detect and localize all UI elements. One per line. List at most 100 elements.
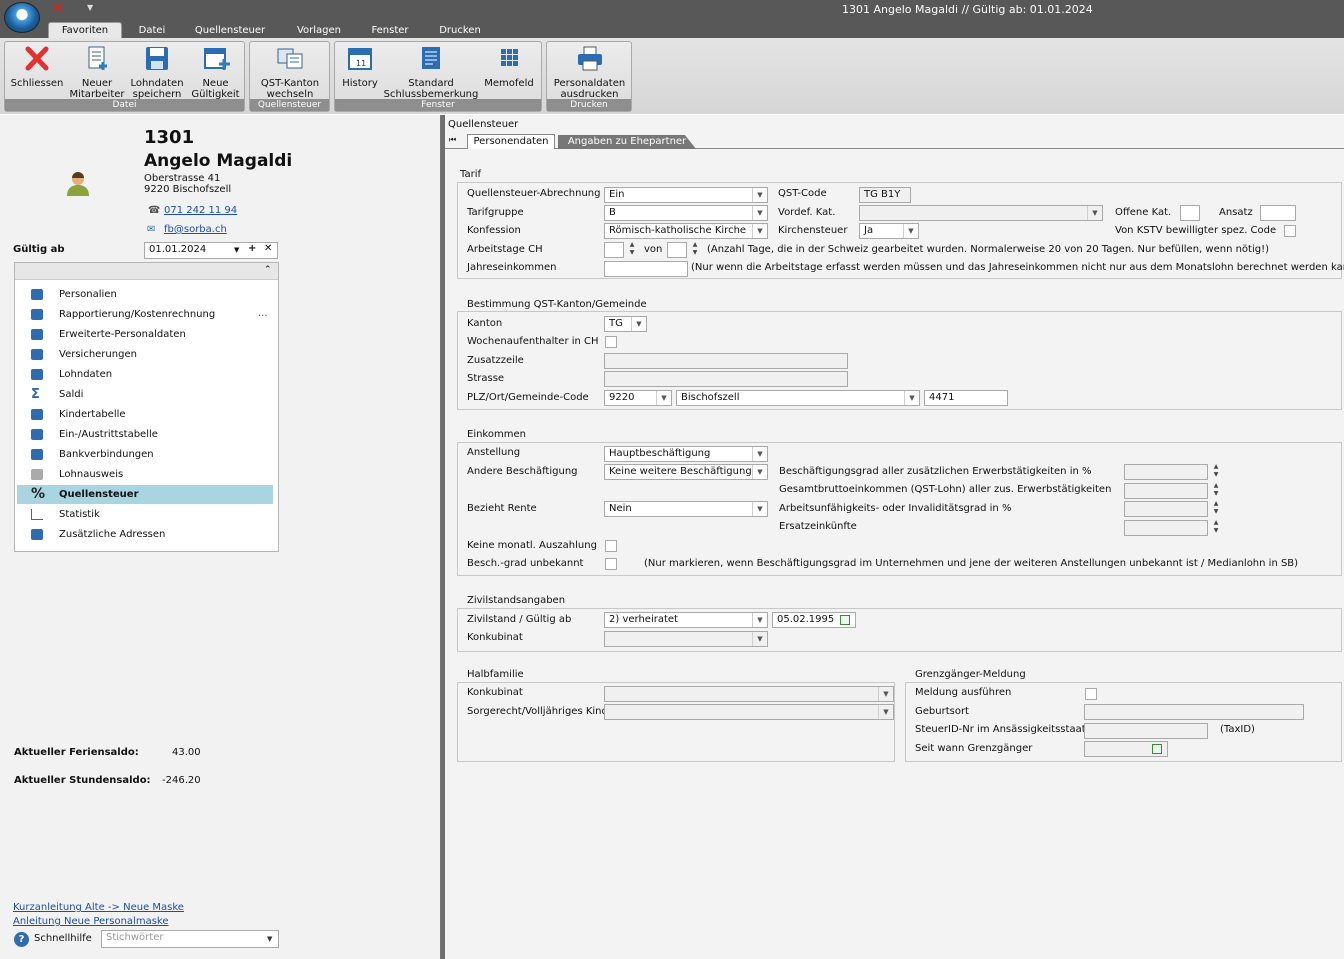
ersatz-spinner[interactable]: ▲ ▼ [1211,519,1221,537]
phone-link[interactable]: 071 242 11 94 [164,205,237,216]
tab-drucken[interactable]: Drucken [430,23,490,38]
besch-unbekannt-checkbox[interactable] [605,558,617,570]
arbeitstage-von-spinner[interactable]: ▲ ▼ [690,241,700,259]
close-button[interactable]: Schliessen [7,44,67,89]
tab-fenster[interactable]: Fenster [362,23,418,38]
strasse-input[interactable] [604,371,848,387]
zusatzzeile-input[interactable] [604,353,848,369]
tab-quellensteuer[interactable]: Quellensteuer [186,23,274,38]
nav-item-erweiterte[interactable]: Erweiterte-Personaldaten [17,325,273,344]
qst-panel: Quellensteuer ⏮ Personendaten Angaben zu… [445,115,1344,959]
section-tarif: Tarif [460,169,481,180]
kstv-checkbox[interactable] [1284,225,1296,237]
vordef-kat-select[interactable]: ▼ [859,205,1103,221]
halbfamilie-konkubinat-select[interactable]: ▼ [604,686,894,702]
bank-icon [31,449,43,460]
jahreseinkommen-input[interactable] [604,261,688,277]
print-personal-data-button[interactable]: Personaldaten ausdrucken [549,44,630,100]
qst-abrechnung-select[interactable]: Ein ▼ [604,187,768,203]
shield-icon [31,349,43,360]
gesamt-input[interactable] [1124,483,1208,499]
konfession-select[interactable]: Römisch-katholische Kirche ▼ [604,223,768,239]
kirchensteuer-select[interactable]: Ja ▼ [859,223,919,239]
iv-spinner[interactable]: ▲ ▼ [1211,500,1221,518]
tarifgruppe-select[interactable]: B ▼ [604,205,768,221]
change-qst-canton-button[interactable]: QST-Kanton wechseln [252,44,328,100]
add-icon[interactable]: + [248,243,256,256]
section-bestimmung: Bestimmung QST-Kanton/Gemeinde [467,299,647,310]
tab-vorlagen[interactable]: Vorlagen [288,23,350,38]
ort-select[interactable]: Bischofszell ▼ [676,390,920,406]
new-validity-button[interactable]: Neue Gültigkeit [187,44,244,100]
grad-input[interactable] [1124,464,1208,480]
arbeitstage-input[interactable] [604,242,624,258]
quickhelp-input[interactable]: Stichwörter ▼ [101,930,279,948]
zivilstand-select[interactable]: 2) verheiratet ▼ [604,612,768,628]
collapse-icon[interactable]: ⌃ [264,265,272,275]
seit-date-input[interactable] [1084,741,1168,757]
memo-field-button[interactable]: Memofeld [479,44,539,89]
andere-beschaeftigung-select[interactable]: Keine weitere Beschäftigung ▼ [604,464,768,480]
arbeitstage-von-input[interactable] [667,242,687,258]
plz-select[interactable]: 9220 ▼ [604,390,672,406]
grad-spinner[interactable]: ▲ ▼ [1211,463,1221,481]
nav-item-statistik[interactable]: Statistik [17,505,273,524]
steuerid-input[interactable] [1084,723,1208,739]
nav-item-einaustritt[interactable]: Ein-/Austrittstabelle [17,425,273,444]
chevron-down-icon[interactable]: ▼ [234,243,239,257]
kanton-select[interactable]: TG ▼ [604,316,647,332]
nav-list: ⌃ ... Personalien Rapportierung/Kostenre… [14,262,279,552]
nav-item-versicherungen[interactable]: Versicherungen [17,345,273,364]
nav-item-lohnausweis[interactable]: Lohnausweis [17,465,273,484]
valid-from-select[interactable]: 01.01.2024 ▼ + ✕ [144,242,278,259]
nav-item-rapportierung[interactable]: Rapportierung/Kostenrechnung [17,305,273,324]
document-icon [31,469,43,480]
anstellung-select[interactable]: Hauptbeschäftigung ▼ [604,446,768,462]
nav-item-quellensteuer[interactable]: % Quellensteuer [17,485,273,504]
close-icon[interactable]: ✕ [52,1,68,16]
konkubinat-select[interactable]: ▼ [604,631,768,647]
help-link-guide[interactable]: Anleitung Neue Personalmaske [13,916,169,927]
calendar-icon[interactable] [840,615,850,625]
offene-kat-input[interactable] [1180,205,1200,221]
gesamt-spinner[interactable]: ▲ ▼ [1211,482,1221,500]
standard-closing-remark-button[interactable]: Standard Schlussbemerkung [383,44,479,100]
iv-input[interactable] [1124,501,1208,517]
wochenaufenthalter-checkbox[interactable] [605,336,617,348]
chevron-down-icon: ▼ [878,705,893,719]
remove-icon[interactable]: ✕ [264,243,272,256]
save-wage-data-button[interactable]: Lohndaten speichern [127,44,187,100]
zivilstand-date[interactable]: 05.02.1995 [772,612,856,628]
email-link[interactable]: fb@sorba.ch [164,224,227,235]
arbeitstage-spinner[interactable]: ▲ ▼ [627,241,637,259]
nav-item-personalien[interactable]: Personalien [17,285,273,304]
sorgerecht-select[interactable]: ▼ [604,704,894,720]
keine-auszahlung-checkbox[interactable] [605,540,617,552]
subtab-personendaten[interactable]: Personendaten [467,134,555,149]
nav-item-saldi[interactable]: Σ Saldi [17,385,273,404]
help-link-quickguide[interactable]: Kurzanleitung Alte -> Neue Maske [13,902,184,913]
history-button[interactable]: 11 History [337,44,383,89]
geburtsort-input[interactable] [1084,704,1304,720]
scroll-left-icon[interactable]: ⏮ [449,135,456,145]
meldung-checkbox[interactable] [1085,688,1097,700]
nav-item-lohndaten[interactable]: Lohndaten [17,365,273,384]
section-halbfamilie: Halbfamilie [467,669,524,680]
nav-item-bankverbindungen[interactable]: Bankverbindungen [17,445,273,464]
employee-street: Oberstrasse 41 [144,173,221,184]
nav-item-adressen[interactable]: Zusätzliche Adressen [17,525,273,544]
chevron-down-icon[interactable]: ▼ [267,932,272,946]
ansatz-input[interactable] [1260,205,1296,221]
gemeinde-code-input[interactable]: 4471 [924,390,1008,406]
nav-item-kindertabelle[interactable]: Kindertabelle [17,405,273,424]
rente-select[interactable]: Nein ▼ [604,501,768,517]
ersatz-input[interactable] [1124,520,1208,536]
tab-datei[interactable]: Datei [128,23,176,38]
calendar-icon[interactable] [1152,744,1162,754]
app-menu-button[interactable] [4,2,40,33]
new-employee-button[interactable]: Neuer Mitarbeiter [67,44,127,100]
chevron-down-icon: ▼ [904,391,919,405]
subtab-ehepartner[interactable]: Angaben zu Ehepartner [558,135,696,149]
chevron-down-icon[interactable]: ▼ [87,3,93,12]
tab-favoriten[interactable]: Favoriten [48,22,122,39]
